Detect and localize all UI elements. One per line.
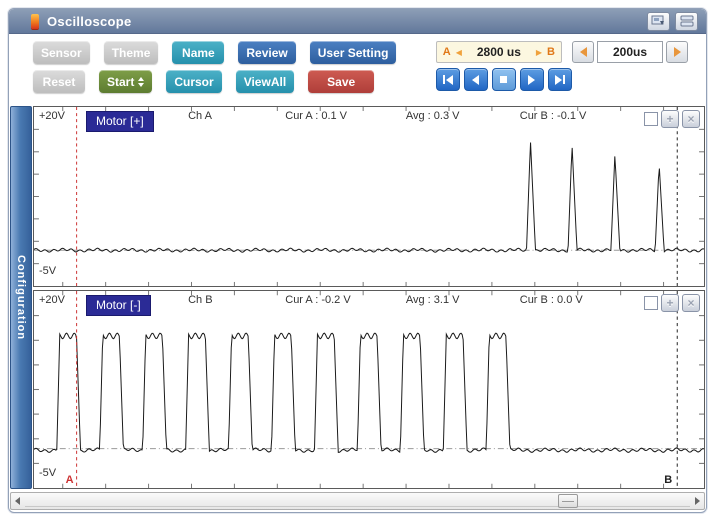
window-title: Oscilloscope [47,14,132,29]
channel-b-name: Ch B [188,294,212,306]
toolbar: Sensor Theme Name Review User Setting Re… [9,34,706,104]
oscilloscope-window: Oscilloscope [8,8,707,513]
channel-a-panel[interactable]: +20V Motor [+] Ch A Cur A : 0.1 V Avg : … [33,106,705,287]
left-arrow-icon [580,47,587,57]
save-button[interactable]: Save [308,70,374,93]
review-button[interactable]: Review [238,41,295,64]
channel-b-vbottom-label: -5V [39,467,56,479]
cursor-a-label[interactable]: A [66,474,74,486]
layout-toggle-button[interactable] [675,12,698,31]
channel-b-add-button[interactable]: + [661,294,679,312]
transport-step-forward-button[interactable] [520,68,544,91]
start-stepper-icon[interactable] [138,77,144,87]
channel-b-checkbox[interactable] [644,296,658,310]
cursor-b-label[interactable]: B [664,474,672,486]
configuration-tab[interactable]: Configuration [10,106,32,489]
channel-a-name: Ch A [188,110,212,122]
timebase-decrease-button[interactable] [572,41,594,63]
channel-a-close-button[interactable]: × [682,110,700,128]
channel-a-add-button[interactable]: + [661,110,679,128]
start-button[interactable]: Start [99,70,152,93]
monitor-capture-icon [651,15,666,27]
start-button-label: Start [107,75,134,89]
skip-start-icon [443,75,445,84]
configuration-tab-label: Configuration [15,255,27,340]
transport-skip-start-button[interactable] [436,68,460,91]
channel-b-vtop-label: +20V [39,294,65,306]
scroll-right-icon [695,497,700,505]
user-setting-button[interactable]: User Setting [310,41,397,64]
titlebar: Oscilloscope [9,9,706,34]
scroll-right-button[interactable] [691,493,704,509]
screen: Oscilloscope [0,0,715,520]
channel-b-avg-reading: Avg : 3.1 V [406,294,460,306]
channel-a-vbottom-label: -5V [39,265,56,277]
scope-area: Configuration +20V Motor [+] Ch A Cur A … [9,104,706,489]
scroll-left-icon [15,497,20,505]
horizontal-scrollbar[interactable] [10,492,705,510]
channel-b-panel[interactable]: +20V Motor [-] Ch B Cur A : -0.2 V Avg :… [33,290,705,489]
step-back-icon [472,75,479,85]
right-arrow-icon [674,47,681,57]
channel-a-tag[interactable]: Motor [+] [86,111,154,132]
reset-button[interactable]: Reset [33,70,85,93]
channel-a-waveform[interactable] [34,107,704,286]
cursor-button[interactable]: Cursor [166,70,221,93]
step-forward-icon [528,75,535,85]
channel-a-vtop-label: +20V [39,110,65,122]
name-button[interactable]: Name [172,41,224,64]
channel-b-waveform[interactable] [34,291,704,488]
ab-range-value: 2800 us [467,45,531,59]
channel-a-cursor-a-reading: Cur A : 0.1 V [285,110,347,122]
channel-b-tag[interactable]: Motor [-] [86,295,151,316]
skip-end-icon [555,75,562,85]
cursor-b-marker: B [547,46,555,58]
channel-a-avg-reading: Avg : 0.3 V [406,110,460,122]
scroll-left-button[interactable] [11,493,24,509]
stacked-panels-icon [680,15,694,27]
ab-range-box: A ◀ 2800 us ▶ B [436,41,562,63]
theme-button[interactable]: Theme [104,41,159,64]
channel-a-cursor-b-reading: Cur B : -0.1 V [520,110,587,122]
stop-icon [500,76,507,83]
cursor-a-marker: A [443,46,451,58]
channel-b-cursor-a-reading: Cur A : -0.2 V [285,294,350,306]
a-left-arrow-icon: ◀ [456,48,462,57]
timebase-input[interactable] [597,41,663,63]
channel-a-checkbox[interactable] [644,112,658,126]
timebase-increase-button[interactable] [666,41,688,63]
scrollbar-thumb[interactable] [558,494,578,508]
app-icon [31,14,39,29]
channel-b-close-button[interactable]: × [682,294,700,312]
transport-skip-end-button[interactable] [548,68,572,91]
b-right-arrow-icon: ▶ [536,48,542,57]
viewall-button[interactable]: ViewAll [236,70,294,93]
transport-stop-button[interactable] [492,68,516,91]
capture-window-button[interactable] [647,12,670,31]
sensor-button[interactable]: Sensor [33,41,90,64]
transport-controls [436,68,572,91]
channel-b-cursor-b-reading: Cur B : 0.0 V [520,294,583,306]
transport-step-back-button[interactable] [464,68,488,91]
